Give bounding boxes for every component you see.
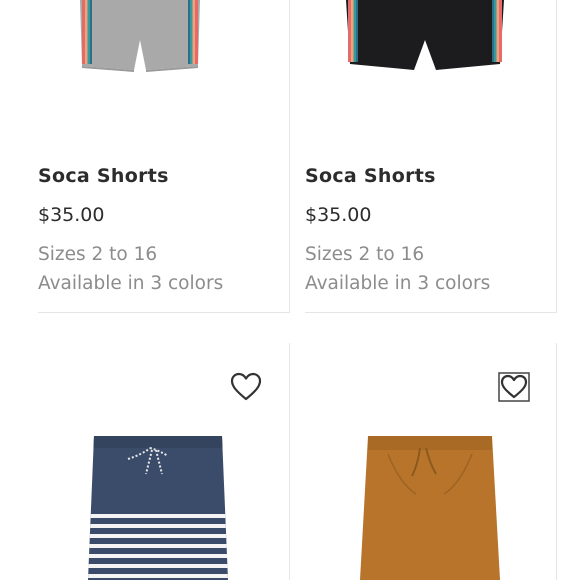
heart-icon[interactable] (230, 372, 262, 402)
product-title[interactable]: Soca Shorts (38, 165, 169, 187)
product-price: $35.00 (305, 204, 372, 226)
product-image[interactable] (340, 0, 510, 75)
grid-divider (556, 343, 557, 580)
product-image[interactable] (88, 434, 228, 580)
product-title[interactable]: Soca Shorts (305, 165, 436, 187)
product-card[interactable]: Soca Shorts $35.00 Sizes 2 to 16 Availab… (290, 0, 556, 313)
product-colors: Available in 3 colors (305, 273, 491, 294)
product-image[interactable] (70, 0, 210, 75)
product-card[interactable]: Soca Shorts $35.00 Sizes 2 to 16 Availab… (0, 0, 289, 313)
product-colors: Available in 3 colors (38, 273, 224, 294)
heart-icon[interactable] (498, 372, 530, 402)
product-price: $35.00 (38, 204, 105, 226)
product-image[interactable] (360, 434, 500, 580)
grid-divider (556, 0, 557, 313)
product-card[interactable] (290, 344, 556, 580)
product-card[interactable] (0, 344, 289, 580)
product-sizes: Sizes 2 to 16 (38, 244, 158, 265)
product-sizes: Sizes 2 to 16 (305, 244, 425, 265)
